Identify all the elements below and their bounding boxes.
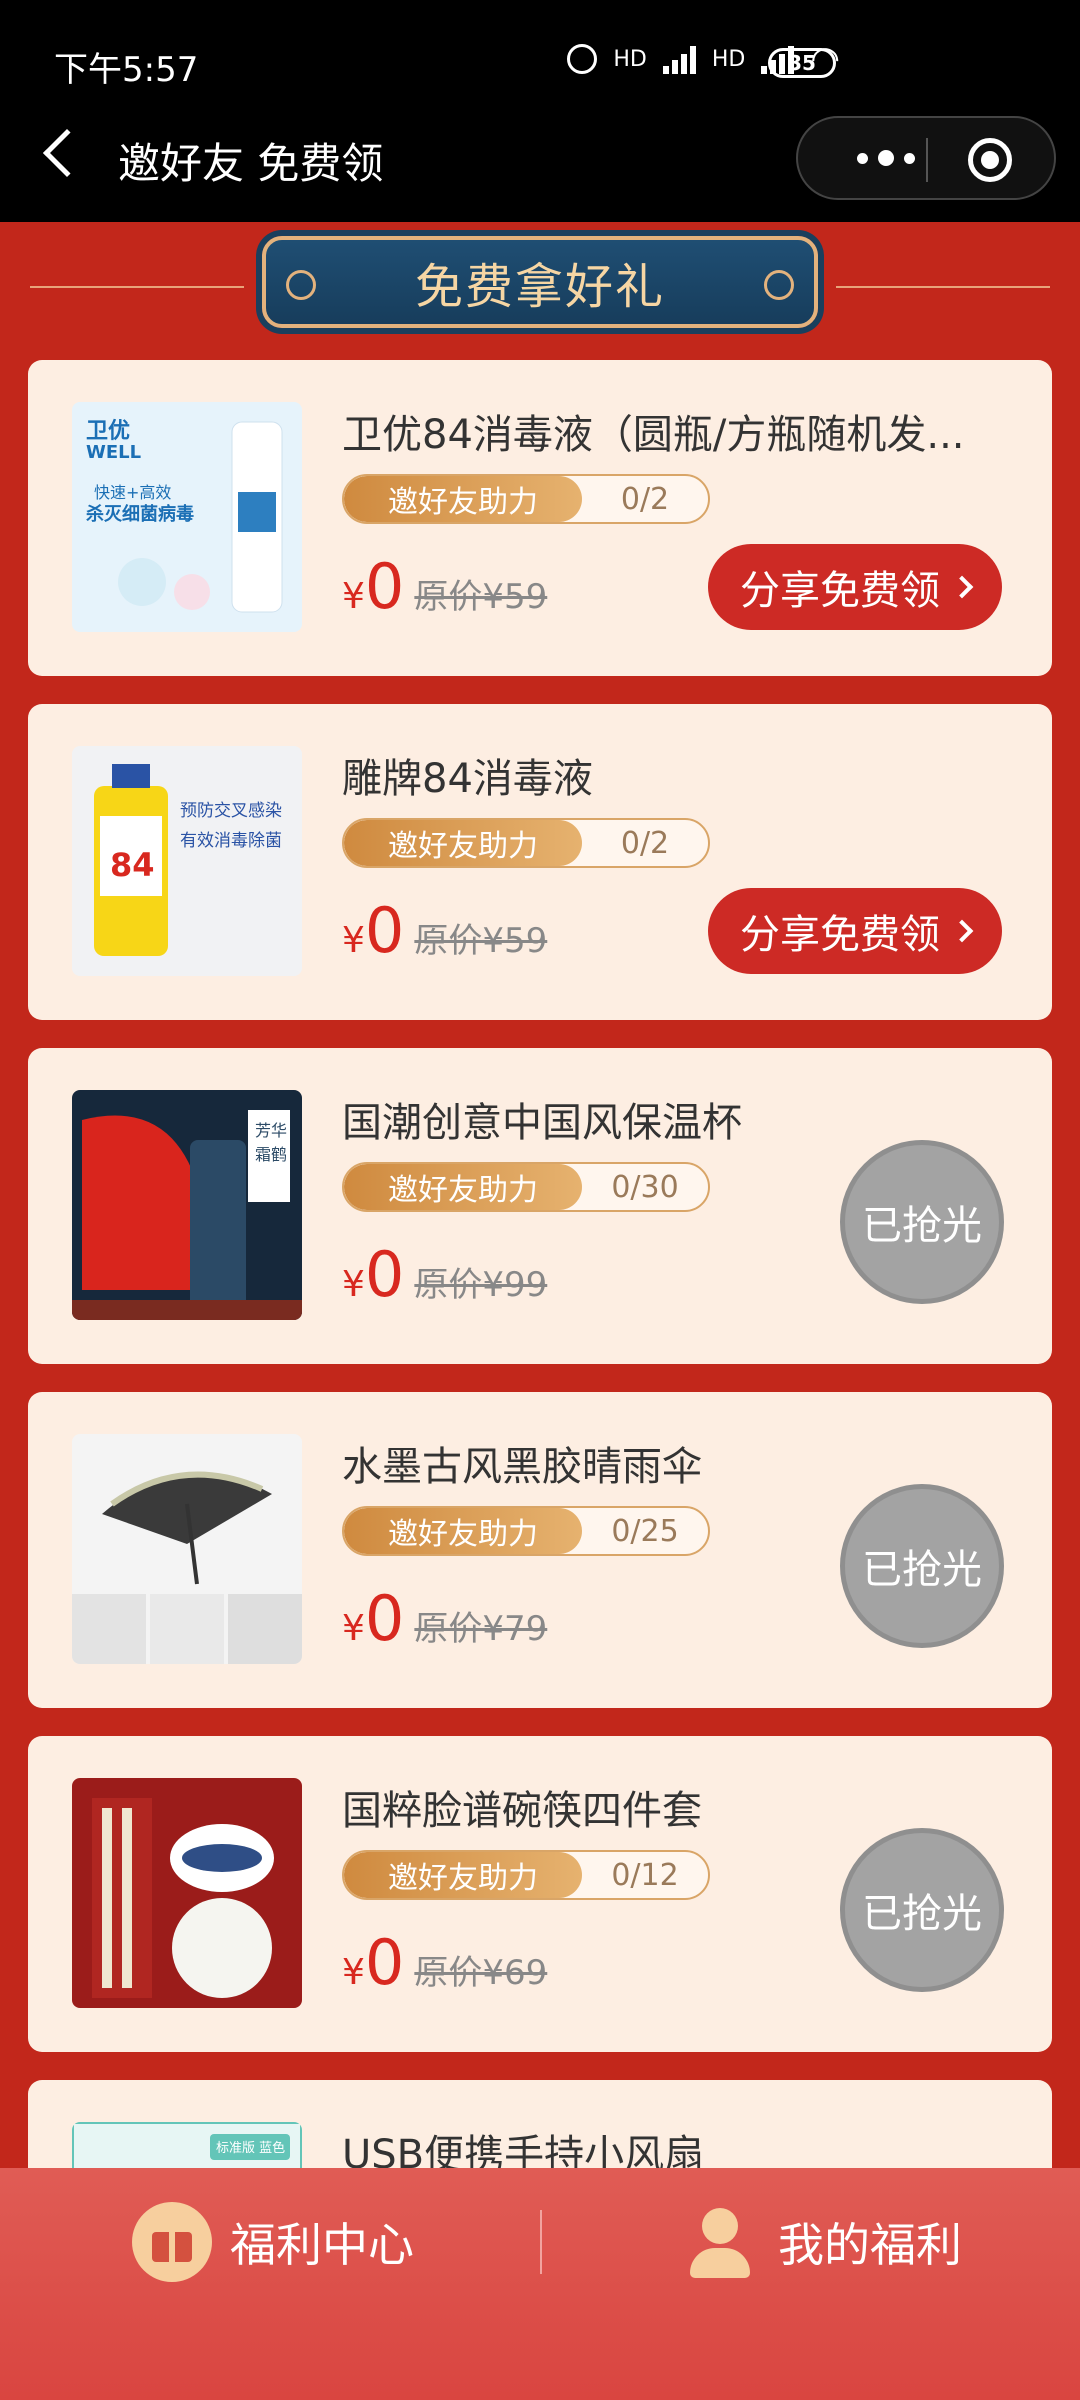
heading-line-left	[30, 286, 244, 288]
svg-text:预防交叉感染: 预防交叉感染	[180, 801, 282, 821]
assist-progress: 邀好友助力 0/2	[342, 474, 710, 524]
product-image	[72, 1434, 302, 1664]
section-title: 免费拿好礼	[414, 259, 665, 315]
sold-out-badge: 已抢光	[840, 1484, 1004, 1648]
svg-text:标准版 蓝色: 标准版 蓝色	[216, 2140, 285, 2156]
product-card[interactable]: 芳华 霜鹤 国潮创意中国风保温杯 邀好友助力 0/30 ¥ 0 原价¥99 已抢…	[28, 1048, 1052, 1364]
product-image: 卫优 WELL 快速+高效 杀灭细菌病毒	[72, 402, 302, 632]
product-name: 卫优84消毒液（圆瓶/方瓶随机发...	[342, 412, 965, 458]
chevron-right-icon	[950, 919, 974, 943]
alarm-icon	[567, 44, 598, 74]
gift-icon	[132, 2202, 212, 2282]
price: ¥ 0 原价¥79	[342, 1582, 547, 1655]
nav-my-welfare-label: 我的福利	[778, 2218, 962, 2272]
svg-text:有效消毒除菌: 有效消毒除菌	[180, 831, 282, 851]
more-dots-icon[interactable]	[836, 118, 936, 198]
currency-symbol: ¥	[342, 920, 365, 961]
assist-progress: 邀好友助力 0/25	[342, 1506, 710, 1556]
original-price: 原价¥69	[414, 1953, 548, 1993]
nav-welfare-center-label: 福利中心	[230, 2218, 414, 2272]
currency-symbol: ¥	[342, 1952, 365, 1993]
product-image	[72, 1778, 302, 2008]
assist-count: 0/2	[620, 825, 670, 861]
price: ¥ 0 原价¥59	[342, 894, 547, 967]
assist-progress: 邀好友助力 0/30	[342, 1162, 710, 1212]
battery-icon: 35	[768, 48, 836, 78]
assist-label: 邀好友助力	[344, 1508, 582, 1554]
assist-count: 0/25	[611, 1513, 679, 1549]
svg-text:快速+高效: 快速+高效	[94, 483, 171, 502]
currency-symbol: ¥	[342, 1264, 365, 1305]
assist-count: 0/2	[620, 481, 670, 517]
currency-symbol: ¥	[342, 576, 365, 617]
assist-count: 0/30	[611, 1169, 679, 1205]
svg-text:杀灭细菌病毒: 杀灭细菌病毒	[86, 503, 194, 525]
product-card[interactable]: 84 预防交叉感染 有效消毒除菌 雕牌84消毒液 邀好友助力 0/2 ¥ 0 原…	[28, 704, 1052, 1020]
chevron-right-icon	[950, 575, 974, 599]
price-value: 0	[364, 550, 405, 623]
network-hd-label-2: HD	[711, 46, 746, 72]
assist-progress: 邀好友助力 0/12	[342, 1850, 710, 1900]
heading-line-right	[836, 286, 1050, 288]
network-hd-label: HD	[613, 46, 647, 72]
page-title: 邀好友 免费领	[118, 139, 384, 188]
original-price: 原价¥99	[414, 1265, 548, 1305]
price-value: 0	[364, 1238, 405, 1311]
product-name: 雕牌84消毒液	[342, 756, 593, 802]
currency-symbol: ¥	[342, 1608, 365, 1649]
price: ¥ 0 原价¥59	[342, 550, 547, 623]
product-card[interactable]: 卫优 WELL 快速+高效 杀灭细菌病毒 卫优84消毒液（圆瓶/方瓶随机发...…	[28, 360, 1052, 676]
assist-label: 邀好友助力	[344, 1852, 582, 1898]
capsule-divider	[926, 138, 928, 182]
original-price: 原价¥79	[414, 1609, 548, 1649]
share-free-label: 分享免费领	[740, 912, 940, 958]
svg-text:芳华: 芳华	[255, 1121, 287, 1140]
share-free-label: 分享免费领	[740, 568, 940, 614]
original-price: 原价¥59	[414, 921, 548, 961]
nav-my-welfare[interactable]: 我的福利	[680, 2202, 962, 2282]
back-arrow-icon[interactable]	[42, 128, 92, 178]
share-free-button[interactable]: 分享免费领	[708, 888, 1002, 974]
assist-count: 0/12	[611, 1857, 679, 1893]
product-card[interactable]: 水墨古风黑胶晴雨伞 邀好友助力 0/25 ¥ 0 原价¥79 已抢光	[28, 1392, 1052, 1708]
bottom-nav: 福利中心 我的福利	[0, 2168, 1080, 2400]
user-icon	[680, 2202, 760, 2282]
svg-text:WELL: WELL	[86, 442, 141, 463]
price-value: 0	[364, 1582, 405, 1655]
nav-welfare-center[interactable]: 福利中心	[132, 2202, 414, 2282]
svg-text:卫优: 卫优	[86, 418, 130, 444]
mini-program-capsule	[796, 116, 1056, 200]
assist-label: 邀好友助力	[344, 1164, 582, 1210]
price: ¥ 0 原价¥69	[342, 1926, 547, 1999]
assist-progress: 邀好友助力 0/2	[342, 818, 710, 868]
cloud-swirl-icon	[286, 270, 316, 300]
top-bar: 下午5:57 HD HD ◠ 35 邀好友 免费领	[0, 0, 1080, 222]
section-title-banner: 免费拿好礼	[262, 236, 818, 328]
share-free-button[interactable]: 分享免费领	[708, 544, 1002, 630]
assist-label: 邀好友助力	[344, 820, 582, 866]
status-time: 下午5:57	[54, 50, 199, 90]
assist-label: 邀好友助力	[344, 476, 582, 522]
product-image: 84 预防交叉感染 有效消毒除菌	[72, 746, 302, 976]
price: ¥ 0 原价¥99	[342, 1238, 547, 1311]
svg-text:霜鹤: 霜鹤	[255, 1145, 287, 1164]
price-value: 0	[364, 1926, 405, 1999]
sold-out-badge: 已抢光	[840, 1828, 1004, 1992]
nav-divider	[540, 2210, 542, 2274]
svg-text:84: 84	[110, 846, 155, 884]
product-image: 芳华 霜鹤	[72, 1090, 302, 1320]
cloud-swirl-icon	[764, 270, 794, 300]
signal-icon	[662, 44, 696, 74]
sold-out-badge: 已抢光	[840, 1140, 1004, 1304]
original-price: 原价¥59	[414, 577, 548, 617]
product-card[interactable]: 国粹脸谱碗筷四件套 邀好友助力 0/12 ¥ 0 原价¥69 已抢光	[28, 1736, 1052, 2052]
price-value: 0	[364, 894, 405, 967]
close-target-icon[interactable]	[968, 138, 1012, 182]
